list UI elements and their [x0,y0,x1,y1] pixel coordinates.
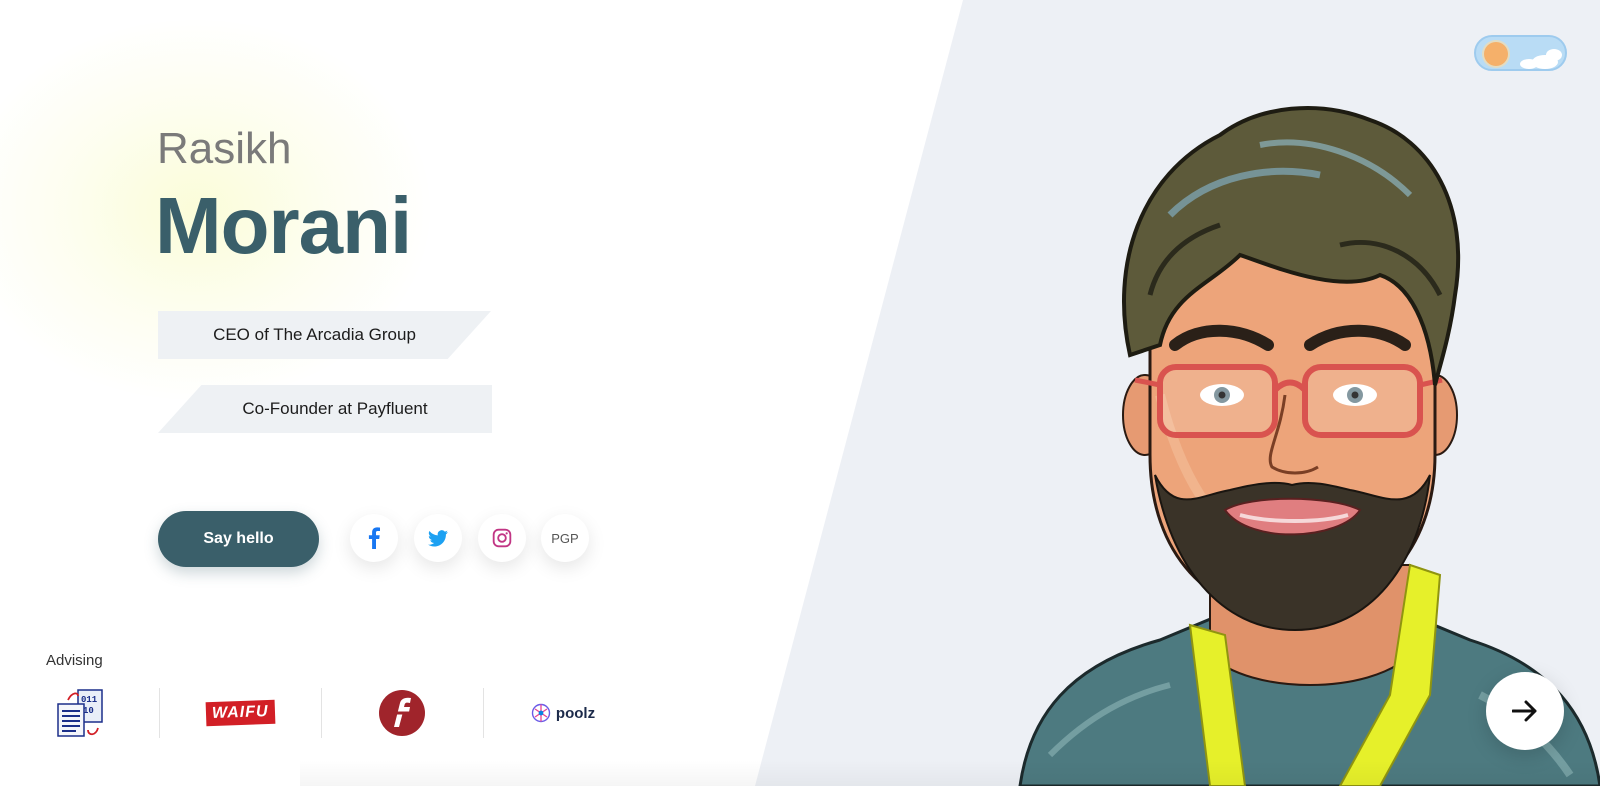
poolz-logo: poolz [531,703,595,723]
facebook-link[interactable] [350,514,398,562]
arrow-right-icon [1512,700,1537,722]
say-hello-button[interactable]: Say hello [158,511,319,567]
last-name: Morani [155,181,412,270]
instagram-link[interactable] [478,514,526,562]
landing-page: Rasikh Morani CEO of The Arcadia Group C… [0,0,1600,786]
sun-icon [1484,42,1508,66]
advisor-f-circle[interactable] [322,688,482,738]
advising-label: Advising [46,652,103,669]
role-ceo: CEO of The Arcadia Group [158,311,491,359]
bottom-shadow [300,760,1600,786]
f-circle-logo [379,690,425,736]
waifu-logo: WAIFU [205,699,275,727]
pgp-link[interactable]: PGP [541,514,589,562]
theme-toggle[interactable] [1474,35,1567,71]
twitter-link[interactable] [414,514,462,562]
role-cofounder: Co-Founder at Payfluent [158,385,492,433]
next-arrow-button[interactable] [1486,672,1564,750]
advisor-binary-document[interactable]: 011 10 [0,688,160,738]
cloud-icon [1520,59,1538,69]
advisor-poolz[interactable]: poolz [483,688,643,738]
cloud-icon [1546,49,1562,61]
poolz-mark-icon [531,703,551,723]
binary-document-logo: 011 10 [57,689,103,737]
instagram-icon [492,528,512,548]
first-name: Rasikh [157,124,292,173]
advisor-waifu[interactable]: WAIFU [160,688,320,738]
facebook-icon [368,527,380,549]
twitter-icon [428,529,448,546]
poolz-text: poolz [555,704,596,722]
